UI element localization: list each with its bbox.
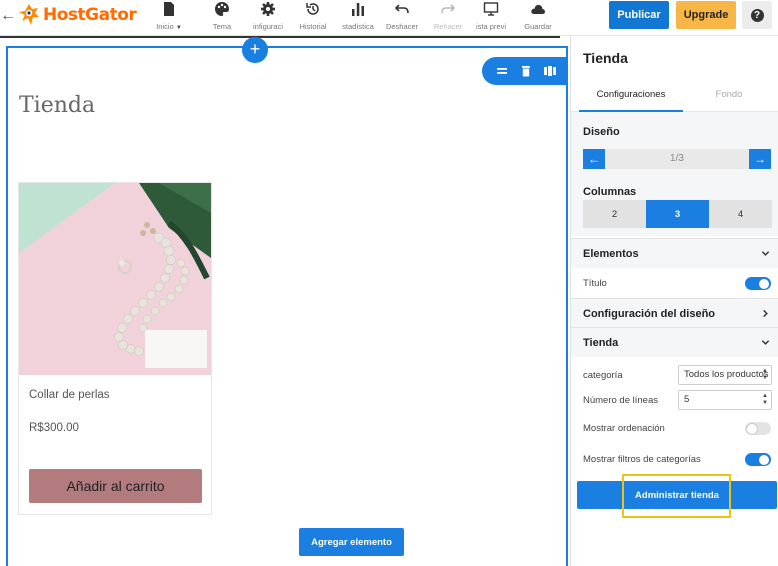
chevron-down-icon [760, 239, 770, 269]
properties-panel: Tienda Configuraciones Fondo Diseño ← 1/… [570, 36, 778, 566]
redo-icon [429, 0, 467, 20]
arrow-right-icon: → [754, 152, 766, 166]
design-label: Diseño [583, 126, 620, 138]
columns-option-3[interactable]: 3 [646, 200, 709, 228]
panel-title: Tienda [583, 50, 628, 66]
columns-option-2[interactable]: 2 [583, 200, 646, 228]
monitor-icon [472, 0, 510, 20]
toolbar-configuracion[interactable]: infiguraci [248, 0, 288, 34]
title-toggle-label: Título [583, 278, 607, 289]
toolbar-tema-label: Tema [212, 22, 232, 31]
toolbar-guardar[interactable]: Guardar [519, 0, 557, 34]
chevron-updown-icon: ▲ ▼ [762, 368, 768, 381]
history-icon [296, 0, 330, 20]
toolbar-guardar-label: Guardar [524, 22, 552, 31]
gear-icon [248, 0, 288, 20]
design-pager-value: 1/3 [670, 153, 684, 164]
product-name[interactable]: Collar de perlas [29, 389, 110, 401]
undo-icon [382, 0, 422, 20]
add-element-button[interactable]: Agregar elemento [299, 528, 404, 556]
toolbar-deshacer-label: Deshacer [385, 22, 419, 31]
columns-option-4[interactable]: 4 [709, 200, 772, 228]
upgrade-button[interactable]: Upgrade [676, 1, 736, 29]
help-icon: ? [750, 8, 764, 22]
design-prev-button[interactable]: ← [583, 149, 605, 169]
toolbar-inicio[interactable]: Inicio ▼ [146, 0, 192, 34]
lines-value: 5 [684, 394, 690, 405]
drag-handle-icon[interactable] [495, 64, 509, 78]
tab-fondo[interactable]: Fondo [681, 82, 777, 112]
config-block: Diseño ← 1/3 → Columnas 2 3 4 [571, 112, 778, 236]
accordion-configuracion-diseno-label: Configuración del diseño [583, 308, 716, 320]
show-filters-toggle[interactable] [745, 453, 771, 466]
publish-button[interactable]: Publicar [609, 1, 669, 29]
toolbar-rehacer-label: Rehacer [433, 22, 463, 31]
add-to-cart-button[interactable]: Añadir al carrito [29, 469, 202, 503]
accordion-tienda[interactable]: Tienda [571, 327, 778, 357]
category-label: categoría [583, 370, 623, 381]
toolbar-tema[interactable]: Tema [207, 0, 237, 34]
toolbar-configuracion-label: infiguraci [252, 22, 283, 31]
lines-label: Número de líneas [583, 395, 658, 406]
toolbar-deshacer[interactable]: Deshacer [382, 0, 422, 34]
page-icon [146, 0, 192, 20]
product-price: R$300.00 [29, 422, 79, 434]
design-next-button[interactable]: → [749, 149, 771, 169]
section-toolbar [482, 57, 568, 85]
toolbar-historial[interactable]: Historial [296, 0, 330, 34]
chevron-down-icon: ▼ [175, 25, 182, 31]
show-filters-label: Mostrar filtros de categorías [583, 454, 701, 465]
editor-app: ← HostGator Inicio ▼ Tema infiguraci His… [0, 0, 778, 566]
bar-chart-icon [339, 0, 377, 20]
shop-title[interactable]: Tienda [19, 93, 95, 118]
back-arrow-icon[interactable]: ← [0, 6, 16, 26]
tab-configuraciones[interactable]: Configuraciones [579, 82, 683, 112]
lines-input[interactable]: 5 ▲ ▼ [678, 390, 772, 410]
add-section-button[interactable]: + [242, 37, 268, 63]
cloud-icon [519, 0, 557, 20]
arrow-left-icon: ← [588, 152, 600, 166]
trash-icon[interactable] [519, 64, 533, 78]
panel-tabs: Configuraciones Fondo [571, 82, 778, 112]
accordion-configuracion-diseno[interactable]: Configuración del diseño [571, 298, 778, 328]
logo-text: HostGator [43, 5, 137, 25]
accordion-elementos[interactable]: Elementos [571, 238, 778, 268]
show-sorting-toggle[interactable] [745, 422, 771, 435]
product-image[interactable] [19, 183, 211, 375]
columns-label: Columnas [583, 186, 637, 198]
toolbar-rehacer[interactable]: Rehacer [429, 0, 467, 34]
toolbar-vista-previa-label: ista previ [475, 22, 506, 31]
hostgator-logo[interactable]: HostGator [18, 2, 137, 28]
accordion-elementos-label: Elementos [583, 248, 639, 260]
category-select[interactable]: Todos los productos ▲ ▼ [678, 365, 772, 385]
help-button[interactable]: ? [742, 1, 772, 29]
toolbar-estadistica-label: stadística [342, 22, 374, 31]
canvas-top-border [0, 36, 560, 38]
toolbar-historial-label: Historial [299, 22, 327, 31]
manage-shop-button[interactable]: Administrar tienda [577, 481, 777, 509]
palette-icon [207, 0, 237, 20]
title-toggle[interactable] [745, 277, 771, 290]
product-card[interactable]: Collar de perlas R$300.00 Añadir al carr… [18, 182, 212, 515]
show-sorting-label: Mostrar ordenación [583, 423, 665, 434]
toolbar-inicio-label: Inicio [156, 22, 174, 31]
top-toolbar: ← HostGator Inicio ▼ Tema infiguraci His… [0, 0, 778, 36]
design-pager: ← 1/3 → [583, 149, 771, 169]
stepper-icon: ▲ ▼ [762, 393, 768, 406]
chevron-right-icon [760, 299, 770, 329]
chevron-down-icon [760, 328, 770, 358]
accordion-tienda-label: Tienda [583, 337, 619, 349]
duplicate-icon[interactable] [543, 64, 557, 78]
columns-selector: 2 3 4 [583, 200, 772, 228]
category-value: Todos los productos [684, 369, 769, 380]
toolbar-estadistica[interactable]: stadística [339, 0, 377, 34]
toolbar-vista-previa[interactable]: ista previ [472, 0, 510, 34]
gator-icon [19, 4, 39, 25]
shop-section[interactable]: Tienda Collar de perlas R$300.00 Añadir … [6, 46, 568, 566]
editor-canvas: Tienda Collar de perlas R$300.00 Añadir … [0, 36, 570, 566]
